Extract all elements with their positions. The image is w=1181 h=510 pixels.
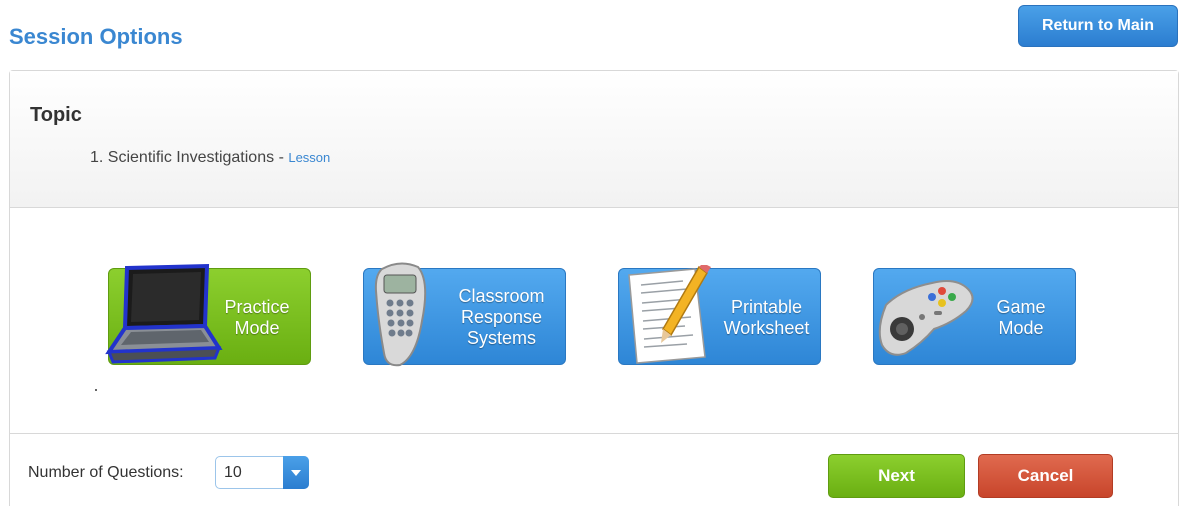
- classroom-response-button[interactable]: Classroom Response Systems: [363, 262, 566, 367]
- number-of-questions-value: 10: [224, 464, 242, 481]
- topic-item-separator: -: [278, 149, 284, 166]
- worksheet-pencil-icon: [628, 265, 711, 364]
- topic-item-name: Scientific Investigations: [107, 149, 275, 166]
- printable-worksheet-button[interactable]: Printable Worksheet: [618, 265, 821, 365]
- laptop-icon: [105, 263, 223, 364]
- clicker-remote-icon: [374, 262, 427, 367]
- practice-mode-label: Practice Mode: [224, 297, 290, 338]
- printable-worksheet-label: Printable Worksheet: [723, 297, 810, 338]
- lesson-link[interactable]: Lesson: [288, 150, 330, 165]
- topic-section: Topic 1. Scientific Investigations - Les…: [10, 71, 1178, 208]
- dropdown-toggle[interactable]: [283, 456, 309, 489]
- cancel-button[interactable]: Cancel: [978, 454, 1113, 498]
- page-title: Session Options: [9, 24, 183, 49]
- classroom-response-label: Classroom Response Systems: [458, 286, 545, 348]
- game-mode-label: Game Mode: [996, 297, 1046, 338]
- topic-item: 1. Scientific Investigations - Lesson: [90, 149, 330, 167]
- number-of-questions-select[interactable]: 10: [215, 456, 309, 489]
- practice-mode-button[interactable]: Practice Mode: [105, 263, 311, 365]
- return-to-main-button[interactable]: Return to Main: [1018, 5, 1178, 47]
- session-panel: Topic 1. Scientific Investigations - Les…: [9, 70, 1179, 506]
- chevron-down-icon: [291, 469, 301, 476]
- game-mode-button[interactable]: Game Mode: [873, 268, 1076, 365]
- footer-divider: [10, 433, 1178, 434]
- topic-heading: Topic: [30, 104, 82, 126]
- gamepad-icon: [878, 280, 974, 356]
- topic-item-number: 1.: [90, 149, 104, 166]
- next-button[interactable]: Next: [828, 454, 965, 498]
- number-of-questions-label: Number of Questions:: [28, 464, 184, 481]
- stray-dot: [95, 389, 97, 391]
